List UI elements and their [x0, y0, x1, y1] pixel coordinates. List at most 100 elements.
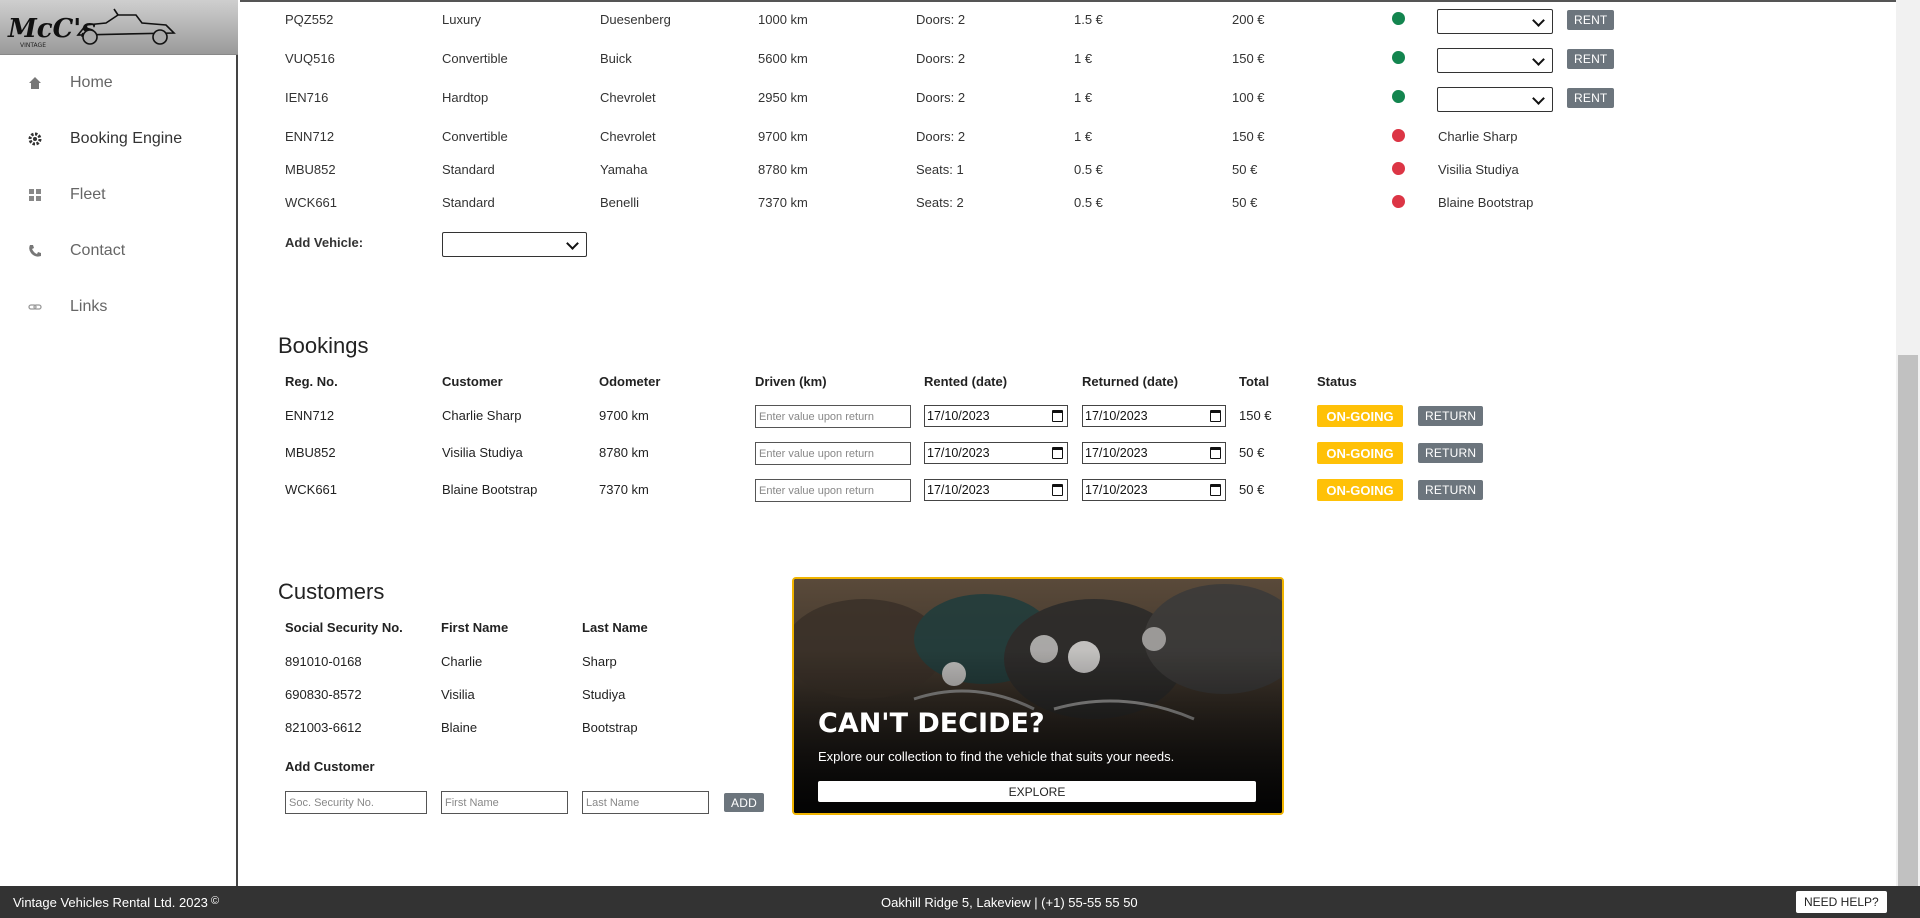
booking-customer: Charlie Sharp — [442, 408, 522, 423]
nav-item-fleet[interactable]: Fleet — [0, 167, 236, 223]
driven-km-input[interactable]: Enter value upon return — [755, 479, 911, 502]
vehicle-reg: PQZ552 — [285, 11, 334, 27]
vehicle-price: 50 € — [1232, 194, 1258, 210]
vehicle-odometer: 7370 km — [758, 194, 808, 210]
customers-header: Last Name — [582, 620, 648, 635]
footer-address: Oakhill Ridge 5, Lakeview | (+1) 55-55 5… — [881, 895, 1138, 910]
rent-button[interactable]: RENT — [1567, 10, 1615, 30]
calendar-icon[interactable] — [1210, 410, 1221, 422]
scrollbar-thumb[interactable] — [1898, 355, 1918, 886]
vehicle-make: Chevrolet — [600, 89, 656, 105]
customer-last: Sharp — [582, 654, 617, 669]
nav-item-label: Home — [70, 74, 113, 91]
customer-ssn: 690830-8572 — [285, 687, 362, 702]
ssn-input[interactable]: Soc. Security No. — [285, 791, 427, 814]
vehicle-type: Hardtop — [442, 89, 489, 105]
calendar-icon[interactable] — [1052, 447, 1063, 459]
rented-date-value: 17/10/2023 — [927, 446, 990, 460]
customer-first: Charlie — [441, 654, 483, 669]
returned-date-input[interactable]: 17/10/2023 — [1082, 405, 1226, 427]
return-button[interactable]: RETURN — [1418, 406, 1484, 426]
calendar-icon[interactable] — [1052, 484, 1063, 496]
vehicle-price: 200 € — [1232, 11, 1265, 27]
renter-name: Charlie Sharp — [1438, 128, 1518, 144]
vehicle-capacity: Seats: 2 — [916, 194, 964, 210]
return-button[interactable]: RETURN — [1418, 443, 1484, 463]
returned-date-value: 17/10/2023 — [1085, 409, 1148, 423]
status-dot-available — [1392, 90, 1405, 103]
add-customer-button[interactable]: ADD — [724, 793, 764, 812]
vehicle-capacity: Doors: 2 — [916, 11, 966, 27]
explore-button[interactable]: EXPLORE — [818, 781, 1256, 802]
rent-button[interactable]: RENT — [1567, 88, 1615, 108]
vehicle-row: WCK661 Standard Benelli 7370 km Seats: 2 0.5 … — [285, 190, 1585, 214]
returned-date-value: 17/10/2023 — [1085, 483, 1148, 497]
nav-item-label: Booking Engine — [70, 130, 183, 147]
vehicle-make: Chevrolet — [600, 128, 656, 144]
need-help-button[interactable]: NEED HELP? — [1796, 891, 1887, 913]
add-vehicle-select[interactable] — [442, 232, 587, 257]
returned-date-input[interactable]: 17/10/2023 — [1082, 479, 1226, 501]
vehicle-row: VUQ516 Convertible Buick 5600 km Doors: 2 1 €… — [285, 46, 1615, 73]
returned-date-input[interactable]: 17/10/2023 — [1082, 442, 1226, 464]
copyright-icon: © — [211, 895, 220, 907]
customer-select[interactable] — [1437, 9, 1553, 34]
footer: Vintage Vehicles Rental Ltd. 2023 © Oakh… — [0, 886, 1920, 918]
calendar-icon[interactable] — [1210, 484, 1221, 496]
vehicle-odometer: 1000 km — [758, 11, 808, 27]
vehicle-rate: 1 € — [1074, 128, 1093, 144]
brand-logo[interactable]: McC's VINTAGE — [0, 0, 238, 55]
rented-date-input[interactable]: 17/10/2023 — [924, 479, 1068, 501]
gear-icon — [26, 130, 44, 148]
vehicle-row: ENN712 Convertible Chevrolet 9700 km Doors: … — [285, 124, 1585, 148]
link-icon — [26, 298, 44, 316]
vehicle-make: Benelli — [600, 194, 640, 210]
vehicle-reg: IEN716 — [285, 89, 329, 105]
return-button[interactable]: RETURN — [1418, 480, 1484, 500]
bookings-header: Driven (km) — [755, 374, 827, 389]
first-name-input[interactable]: First Name — [441, 791, 568, 814]
status-dot-available — [1392, 51, 1405, 64]
customer-first: Visilia — [441, 687, 475, 702]
returned-date-value: 17/10/2023 — [1085, 446, 1148, 460]
driven-km-input[interactable]: Enter value upon return — [755, 442, 911, 465]
vehicle-row: IEN716 Hardtop Chevrolet 2950 km Doors: 2 1 €… — [285, 85, 1615, 112]
last-name-input[interactable]: Last Name — [582, 791, 709, 814]
customer-ssn: 891010-0168 — [285, 654, 362, 669]
customers-title: Customers — [278, 579, 385, 604]
customer-select[interactable] — [1437, 87, 1553, 112]
booking-reg: ENN712 — [285, 408, 335, 423]
vehicle-odometer: 8780 km — [758, 161, 808, 177]
promo-title: CAN'T DECIDE? — [818, 708, 1045, 739]
status-badge: ON-GOING — [1317, 405, 1403, 427]
calendar-icon[interactable] — [1210, 447, 1221, 459]
vehicle-reg: MBU852 — [285, 161, 336, 177]
nav-item-links[interactable]: Links — [0, 279, 236, 335]
customer-select[interactable] — [1437, 48, 1553, 73]
rent-button[interactable]: RENT — [1567, 49, 1615, 69]
rented-date-input[interactable]: 17/10/2023 — [924, 405, 1068, 427]
phone-icon — [26, 242, 44, 260]
nav-item-booking-engine[interactable]: Booking Engine — [0, 111, 236, 167]
vehicle-make: Duesenberg — [600, 11, 671, 27]
vehicle-odometer: 5600 km — [758, 50, 808, 66]
bookings-header: Total — [1239, 374, 1270, 389]
calendar-icon[interactable] — [1052, 410, 1063, 422]
add-vehicle-label: Add Vehicle: — [285, 234, 364, 250]
vehicle-odometer: 2950 km — [758, 89, 808, 105]
sidebar: McC's VINTAGE Home Booking Engine Fleet Con… — [0, 0, 238, 886]
renter-name: Visilia Studiya — [1438, 161, 1519, 177]
bookings-title: Bookings — [278, 333, 369, 358]
status-dot-available — [1392, 12, 1405, 25]
renter-name: Blaine Bootstrap — [1438, 194, 1534, 210]
nav-item-contact[interactable]: Contact — [0, 223, 236, 279]
vehicle-odometer: 9700 km — [758, 128, 808, 144]
nav-item-home[interactable]: Home — [0, 55, 236, 111]
status-badge: ON-GOING — [1317, 479, 1403, 501]
vehicle-capacity: Doors: 2 — [916, 128, 966, 144]
rented-date-input[interactable]: 17/10/2023 — [924, 442, 1068, 464]
booking-reg: MBU852 — [285, 445, 336, 460]
status-dot-rented — [1392, 162, 1405, 175]
svg-text:VINTAGE: VINTAGE — [20, 42, 46, 49]
driven-km-input[interactable]: Enter value upon return — [755, 405, 911, 428]
